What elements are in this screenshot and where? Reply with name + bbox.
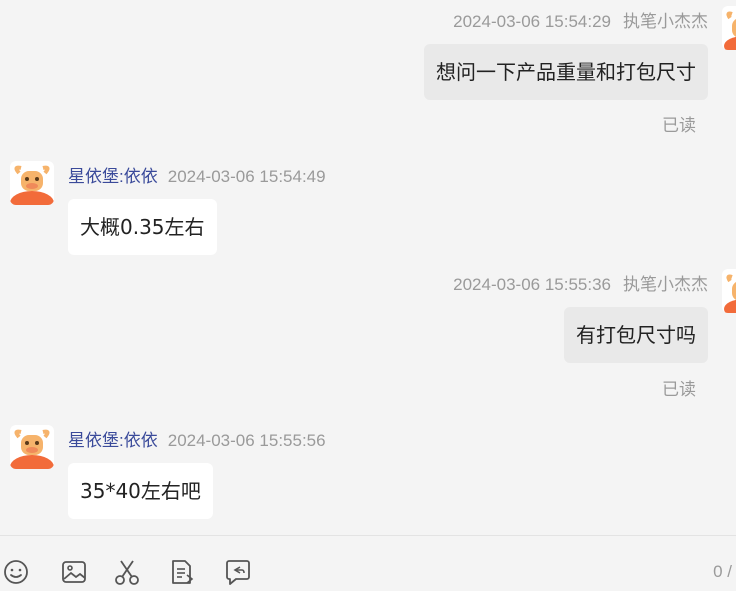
chat-message-list[interactable]: 2024-03-06 15:54:29 执笔小杰杰 想问一下产品重量和打包尺寸 已…	[0, 0, 736, 535]
message-meta: 星依堡:依依 2024-03-06 15:54:49	[68, 162, 326, 187]
avatar[interactable]	[722, 6, 736, 50]
message-meta: 2024-03-06 15:54:29 执笔小杰杰	[453, 7, 708, 32]
message-time: 2024-03-06 15:54:49	[167, 167, 326, 186]
message-bubble[interactable]: 有打包尺寸吗	[564, 307, 708, 363]
bull-mascot-icon	[10, 165, 54, 205]
bull-mascot-icon	[10, 429, 54, 469]
read-status: 已读	[662, 116, 696, 135]
message-bubble[interactable]: 35*40左右吧	[68, 463, 213, 519]
sender-name[interactable]: 星依堡:依依	[68, 431, 158, 450]
message-time: 2024-03-06 15:54:29	[453, 12, 611, 31]
avatar[interactable]	[722, 269, 736, 313]
message-meta: 2024-03-06 15:55:36 执笔小杰杰	[453, 270, 708, 295]
message-bubble[interactable]: 想问一下产品重量和打包尺寸	[424, 44, 708, 100]
input-toolbar: 0 /	[0, 535, 736, 585]
message-time: 2024-03-06 15:55:56	[167, 431, 326, 450]
message-time: 2024-03-06 15:55:36	[453, 275, 611, 294]
avatar[interactable]	[10, 425, 54, 469]
message-meta: 星依堡:依依 2024-03-06 15:55:56	[68, 426, 326, 451]
sender-name: 执笔小杰杰	[623, 275, 708, 294]
sender-name: 执笔小杰杰	[623, 12, 708, 31]
sender-name[interactable]: 星依堡:依依	[68, 167, 158, 186]
bull-mascot-icon	[724, 11, 736, 50]
message-bubble[interactable]: 大概0.35左右	[68, 199, 217, 255]
bull-mascot-icon	[724, 274, 736, 313]
character-counter: 0 /	[713, 562, 732, 581]
avatar[interactable]	[10, 161, 54, 205]
read-status: 已读	[662, 380, 696, 399]
